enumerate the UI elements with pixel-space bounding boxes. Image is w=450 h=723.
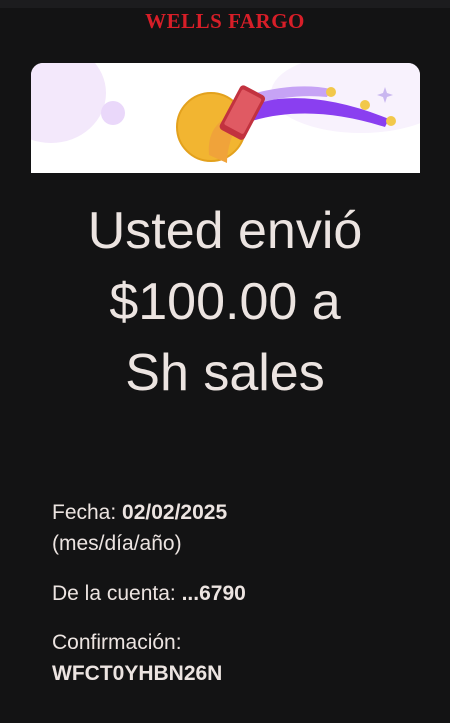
bg-dot [101, 101, 125, 125]
top-strip [0, 0, 450, 8]
wells-fargo-logo: WELLS FARGO [145, 9, 305, 33]
headline-line-2: $100.00 a [109, 273, 341, 331]
confirmation-label: Confirmación: [52, 631, 182, 654]
transfer-details: Fecha: 02/02/2025 (mes/día/año) De la cu… [52, 497, 432, 689]
spark-dot [326, 87, 336, 97]
account-label: De la cuenta: [52, 582, 176, 605]
date-label: Fecha: [52, 501, 117, 524]
confirmation-headline: Usted envió $100.00 a Sh sales [0, 196, 450, 409]
banner-illustration [31, 63, 420, 173]
account-value: ...6790 [181, 582, 246, 605]
headline-line-3: Sh sales [125, 344, 325, 402]
bg-blob-right [271, 63, 420, 133]
date-row: Fecha: 02/02/2025 [52, 497, 432, 528]
date-format: (mes/día/año) [52, 532, 182, 555]
phone-send-money-illustration [31, 63, 420, 163]
date-value: 02/02/2025 [122, 501, 228, 524]
headline-line-1: Usted envió [87, 202, 363, 260]
confirmation-value: WFCT0YHBN26N [52, 662, 223, 685]
account-row: De la cuenta: ...6790 [52, 578, 432, 609]
bg-blob-left [31, 63, 106, 143]
